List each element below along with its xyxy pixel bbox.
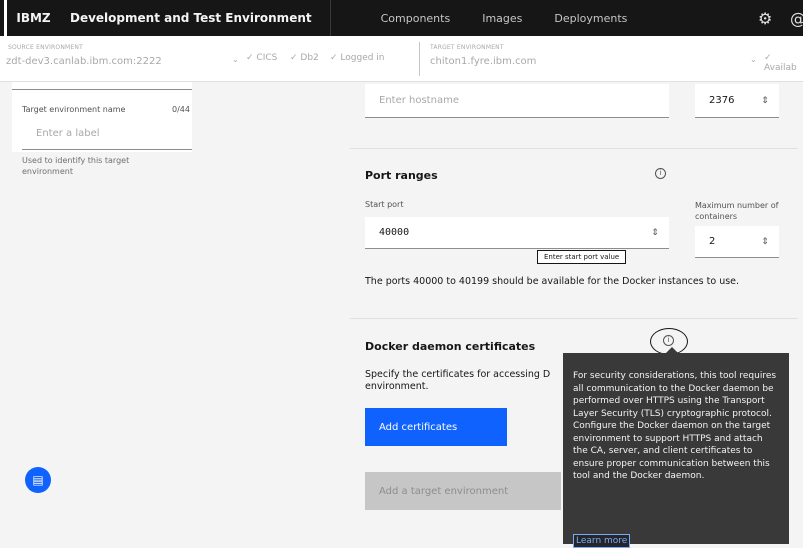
available-label: Availab: [764, 63, 797, 73]
user-icon[interactable]: @: [790, 9, 803, 28]
tooltip-caret: [666, 347, 678, 353]
max-containers-stepper[interactable]: 2 ⇕: [695, 226, 779, 258]
host-port-value: 2376: [695, 95, 751, 106]
tooltip-text: For security considerations, this tool r…: [573, 371, 776, 481]
target-name-helper: Used to identify this target environment: [22, 155, 162, 177]
previous-field[interactable]: [12, 82, 192, 90]
port-ranges-title: Port ranges: [365, 169, 438, 182]
docker-certs-title: Docker daemon certificates: [365, 340, 535, 353]
docker-certs-desc-2: environment.: [365, 381, 429, 393]
environment-bar: SOURCE ENVIRONMENT zdt-dev3.canlab.ibm.c…: [0, 36, 803, 82]
nav-images[interactable]: Images: [466, 0, 538, 36]
target-name-label: Target environment name: [22, 105, 125, 114]
start-port-tooltip: Enter start port value: [537, 250, 626, 264]
start-port-label: Start port: [365, 200, 403, 209]
host-port-stepper[interactable]: 2376 ⇕: [695, 84, 779, 118]
brand-logo[interactable]: IBMZ: [4, 0, 60, 36]
chevron-down-icon[interactable]: ⌄: [232, 55, 239, 64]
chevron-down-icon[interactable]: ⌄: [750, 55, 757, 64]
hostname-input[interactable]: Enter hostname: [365, 84, 669, 118]
target-name-count: 0/44: [172, 105, 190, 114]
max-containers-label: Maximum number of containers: [695, 200, 785, 222]
db2-status: ✓ Db2: [290, 53, 319, 63]
start-port-value: 40000: [365, 227, 641, 238]
stepper-icon[interactable]: ⇕: [751, 237, 779, 247]
section-divider: [350, 318, 798, 319]
security-tooltip: For security considerations, this tool r…: [563, 353, 789, 544]
nav-components[interactable]: Components: [331, 0, 467, 36]
stepper-icon[interactable]: ⇕: [641, 228, 669, 238]
source-env-select[interactable]: zdt-dev3.canlab.ibm.com:2222: [6, 56, 162, 67]
learn-more-link[interactable]: Learn more: [573, 534, 630, 548]
logged-in-status: ✓ Logged in: [330, 53, 385, 63]
target-name-input[interactable]: Enter a label: [22, 118, 192, 150]
top-nav-bar: IBMZ Development and Test Environment Co…: [0, 0, 803, 36]
nav-deployments[interactable]: Deployments: [538, 0, 643, 36]
cics-status-label: CICS: [256, 53, 277, 63]
app-title[interactable]: Development and Test Environment: [60, 0, 331, 36]
env-divider: [419, 42, 420, 76]
logged-in-label: Logged in: [340, 53, 384, 63]
target-env-label: TARGET ENVIRONMENT: [430, 44, 504, 51]
source-env-label: SOURCE ENVIRONMENT: [8, 44, 83, 51]
gear-icon[interactable]: ⚙: [758, 9, 772, 28]
port-range-note: The ports 40000 to 40199 should be avail…: [365, 276, 785, 288]
chat-icon[interactable]: ▤: [25, 467, 51, 493]
target-env-select[interactable]: chiton1.fyre.ibm.com: [430, 56, 536, 67]
cics-status: ✓ CICS: [246, 53, 277, 63]
db2-status-label: Db2: [300, 53, 318, 63]
stepper-icon[interactable]: ⇕: [751, 96, 779, 106]
max-containers-value: 2: [695, 236, 751, 247]
info-icon[interactable]: i: [655, 168, 666, 179]
hostname-placeholder: Enter hostname: [365, 95, 669, 106]
start-port-stepper[interactable]: 40000 ⇕: [365, 217, 669, 249]
add-target-environment-button[interactable]: Add a target environment: [365, 472, 561, 510]
add-certificates-button[interactable]: Add certificates: [365, 408, 507, 446]
docker-certs-desc-1: Specify the certificates for accessing D: [365, 369, 550, 381]
available-status: ✓ Availab: [764, 53, 803, 73]
